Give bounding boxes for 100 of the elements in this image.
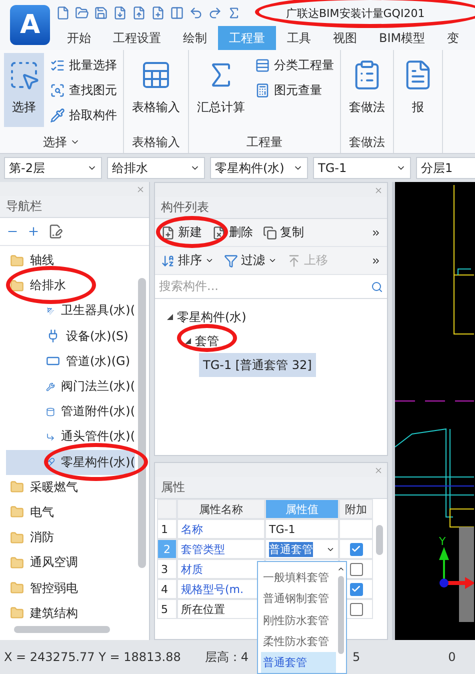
- ribbon-button[interactable]: 表格输入: [128, 53, 184, 127]
- column-header[interactable]: 属性名称: [177, 499, 265, 519]
- nav-tree-item[interactable]: 建筑结构: [6, 600, 135, 626]
- ribbon-icon: [50, 108, 65, 123]
- expand-icon[interactable]: [27, 225, 40, 238]
- checkbox[interactable]: [350, 582, 362, 596]
- tree-item[interactable]: 零星构件(水): [163, 305, 250, 329]
- nav-tree-item[interactable]: 智控弱电: [6, 575, 135, 601]
- ribbon-button[interactable]: 拾取构件: [48, 103, 119, 128]
- open-folder-icon[interactable]: [75, 6, 89, 20]
- coordinates-text: X = 243275.77 Y = 18813.88: [4, 650, 181, 664]
- dropdown-field[interactable]: 零星构件(水): [210, 157, 308, 179]
- tree-item[interactable]: TG-1 [普通套管 32]: [199, 353, 316, 377]
- dropdown-option[interactable]: 普通套管: [261, 652, 336, 674]
- dropdown-field[interactable]: 分层1: [416, 157, 475, 179]
- toolbar-button[interactable]: 新建: [161, 224, 202, 241]
- axis-label: Y: [439, 535, 446, 548]
- save-icon[interactable]: [94, 6, 108, 20]
- close-icon[interactable]: [374, 186, 383, 194]
- scrollbar[interactable]: [376, 525, 383, 555]
- nav-tree-item[interactable]: 管道附件(水)(: [6, 399, 135, 424]
- nav-tree-item[interactable]: 阀门法兰(水)(: [6, 374, 135, 400]
- toolbar-button[interactable]: 删除: [212, 224, 253, 241]
- close-icon[interactable]: [136, 184, 145, 194]
- column-header[interactable]: 附加: [339, 499, 373, 519]
- more-icon[interactable]: [371, 256, 381, 266]
- scrollbar[interactable]: [338, 576, 344, 654]
- annotation-ellipse: [156, 216, 228, 248]
- ribbon-button[interactable]: 批量选择: [48, 53, 119, 78]
- nav-tree-item[interactable]: 管道(水)(G): [6, 348, 135, 374]
- app-logo[interactable]: A: [10, 5, 50, 45]
- ribbon-button[interactable]: 图元查量: [253, 78, 336, 103]
- toolbar-icon: [161, 226, 175, 240]
- ribbon-tab[interactable]: 视图: [322, 26, 368, 50]
- row-number: 1: [157, 519, 177, 539]
- ribbon-button[interactable]: 套做法: [345, 53, 389, 127]
- ribbon-button[interactable]: 查找图元: [48, 78, 119, 103]
- toolbar-button[interactable]: 复制: [263, 224, 304, 241]
- dropdown-field[interactable]: TG-1: [313, 157, 411, 179]
- nav-tree-item[interactable]: 电气: [6, 500, 135, 526]
- dropdown-field[interactable]: 第-2层: [4, 157, 102, 179]
- undo-icon[interactable]: [189, 6, 203, 20]
- checkbox[interactable]: [350, 562, 362, 576]
- ribbon-button[interactable]: 报: [398, 53, 438, 127]
- ribbon-tab[interactable]: 工程设置: [102, 26, 172, 50]
- group-label: 工程量: [246, 134, 282, 150]
- expand-icon[interactable]: [167, 314, 173, 320]
- checkbox[interactable]: [350, 602, 362, 616]
- checkbox[interactable]: [350, 542, 362, 556]
- nav-tree-item[interactable]: 通头管件(水)(: [6, 424, 135, 450]
- scrollbar[interactable]: [138, 278, 146, 568]
- ribbon-button[interactable]: 汇总计算: [193, 53, 249, 127]
- toolbar-button[interactable]: 排序: [161, 252, 214, 269]
- folder-icon: [10, 278, 24, 293]
- tree-item[interactable]: 套管: [181, 329, 223, 353]
- ribbon-tab[interactable]: 工具: [276, 26, 322, 50]
- edit-icon[interactable]: [48, 224, 63, 239]
- search-icon[interactable]: [371, 280, 383, 292]
- expand-icon[interactable]: [185, 338, 191, 344]
- folder-icon: [10, 606, 24, 620]
- add-file-icon[interactable]: [151, 6, 165, 20]
- dropdown-option[interactable]: 柔性防水套管: [261, 630, 336, 652]
- dropdown-field[interactable]: 给排水: [107, 157, 205, 179]
- nav-tree-item[interactable]: 卫生器具(水)(: [6, 298, 135, 324]
- status-text: 0: [448, 650, 456, 664]
- toolbar-icon: [224, 254, 238, 268]
- redo-icon[interactable]: [208, 6, 222, 20]
- ribbon-tab[interactable]: 开始: [56, 26, 102, 50]
- nav-tree-item[interactable]: 消防: [6, 525, 135, 550]
- panel-title: 构件列表: [155, 197, 387, 219]
- toolbar-button[interactable]: 过滤: [224, 252, 277, 269]
- scrollbar[interactable]: [14, 626, 110, 633]
- split-icon[interactable]: [170, 6, 184, 20]
- nav-tree-item[interactable]: 轴线: [6, 248, 135, 274]
- ribbon-tab[interactable]: 绘制: [172, 26, 218, 50]
- nav-tree-item[interactable]: 采暖燃气: [6, 474, 135, 500]
- close-icon[interactable]: [374, 466, 383, 474]
- ribbon-icon: [50, 58, 65, 73]
- property-value[interactable]: TG-1: [265, 519, 339, 539]
- property-value[interactable]: 普通套管: [265, 539, 339, 559]
- ribbon-button[interactable]: 分类工程量: [253, 53, 336, 78]
- sigma-icon[interactable]: [227, 6, 241, 20]
- nav-tree-item[interactable]: 给排水: [6, 273, 135, 298]
- nav-tree-item[interactable]: 零星构件(水)(: [6, 450, 135, 475]
- document-icon[interactable]: [132, 6, 146, 20]
- nav-tree-item[interactable]: 通风空调: [6, 550, 135, 576]
- document-icon[interactable]: [113, 6, 127, 20]
- property-name: 套管类型: [177, 539, 265, 559]
- annotation-ellipse: [177, 324, 237, 352]
- window-title: 广联达BIM安装计量GQI201: [286, 6, 425, 20]
- ribbon-tab[interactable]: 变: [436, 26, 470, 50]
- ribbon-icon: [255, 58, 270, 73]
- ribbon-button[interactable]: 选择: [4, 53, 44, 127]
- toolbar-icon: [212, 226, 226, 240]
- nav-tree-item[interactable]: 设备(水)(S): [6, 324, 135, 349]
- ribbon-icon: [50, 83, 65, 98]
- more-icon[interactable]: [371, 228, 381, 238]
- new-file-icon[interactable]: [56, 6, 70, 20]
- scroll-up-icon[interactable]: [337, 565, 345, 573]
- ribbon-tab[interactable]: BIM模型: [368, 26, 436, 50]
